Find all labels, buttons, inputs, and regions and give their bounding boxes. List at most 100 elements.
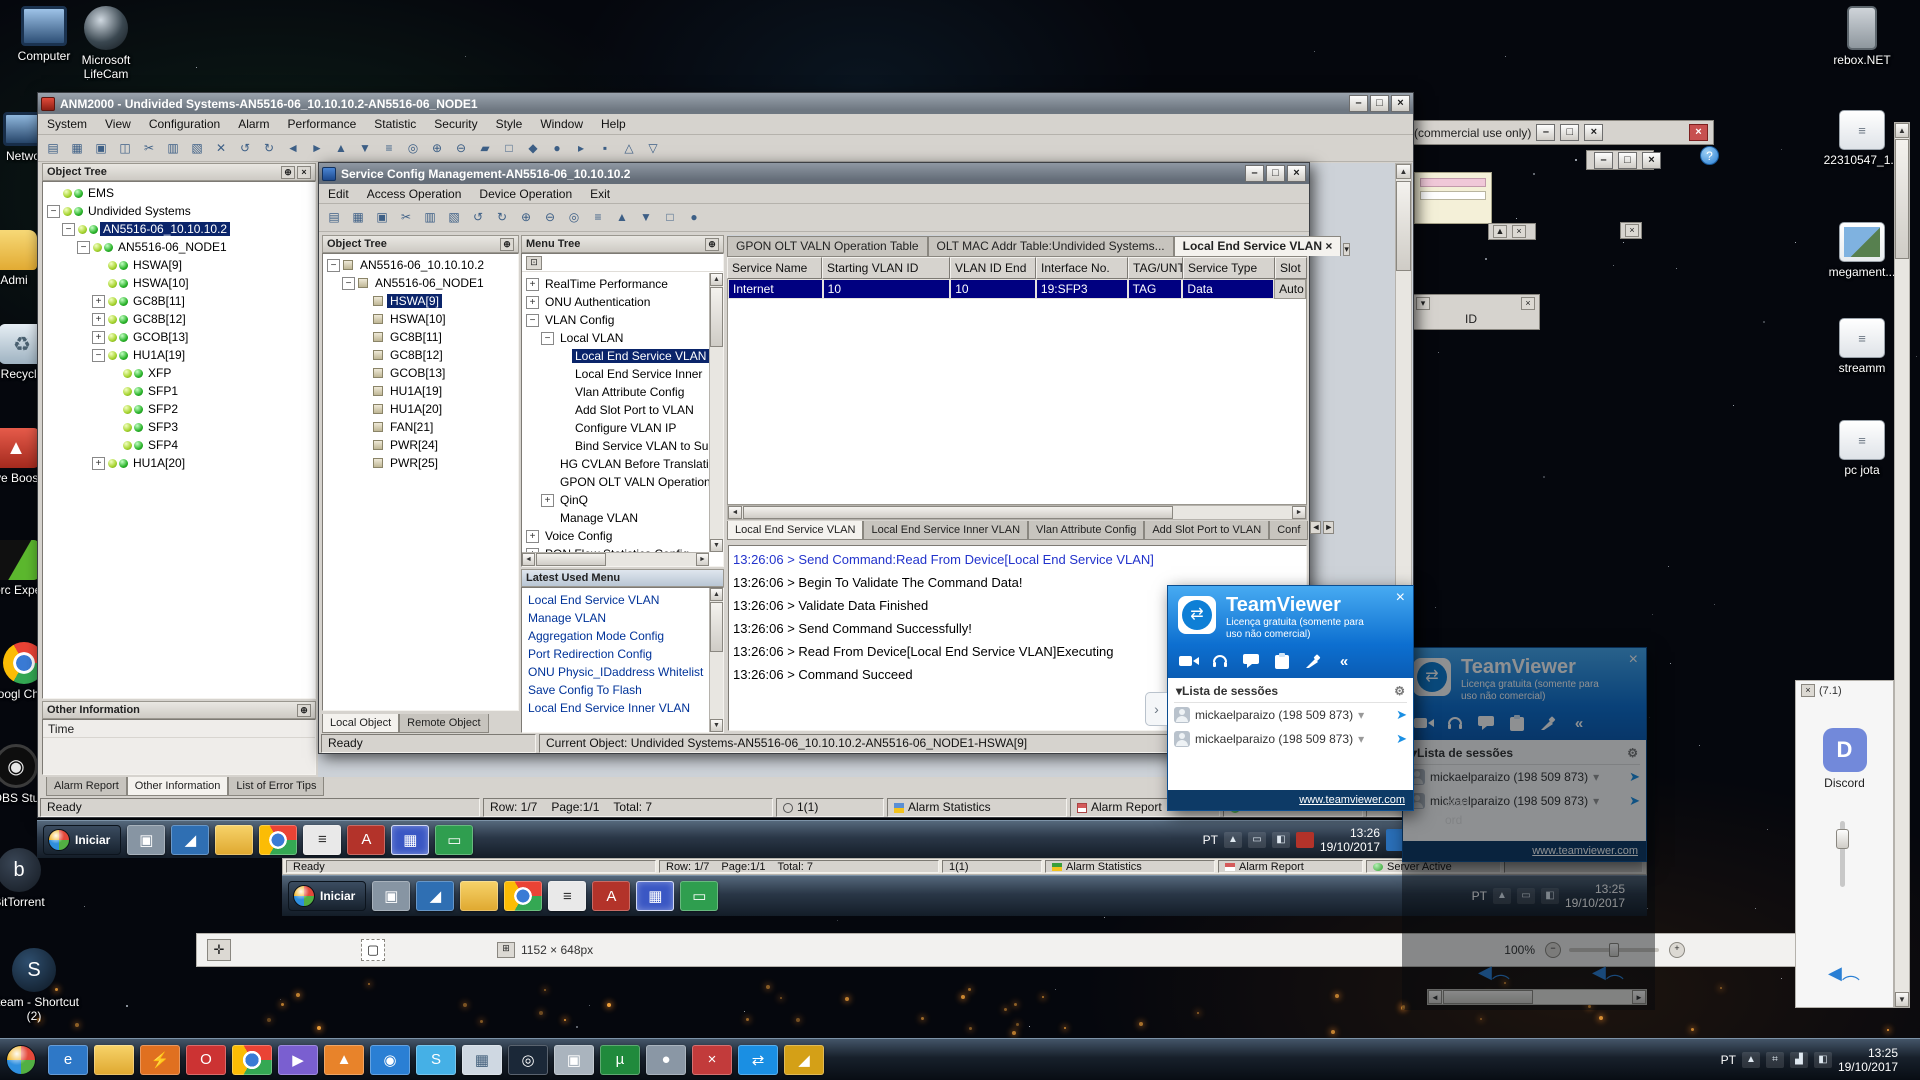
steam-icon[interactable]: ◎ — [508, 1045, 548, 1075]
pan-tool-icon[interactable]: ✛ — [207, 939, 231, 961]
start-button[interactable]: Iniciar — [288, 881, 366, 911]
teamviewer-chevron-tab[interactable]: › — [1145, 692, 1167, 726]
gear-icon[interactable]: ⚙ — [1627, 746, 1638, 760]
pin-icon[interactable]: ⊕ — [297, 704, 311, 717]
maximize-button[interactable]: □ — [1370, 95, 1389, 112]
object-tab[interactable]: Local Object — [322, 714, 399, 733]
scm-menu-access-operation[interactable]: Access Operation — [358, 185, 471, 203]
ie-icon[interactable]: e — [48, 1045, 88, 1075]
tree-item[interactable]: +ONU Authentication — [524, 293, 707, 311]
tree-item[interactable]: GC8B[12] — [325, 346, 516, 364]
app-gray-icon[interactable]: ▣ — [554, 1045, 594, 1075]
keyboard-tray-icon[interactable]: ⌗ — [1766, 1052, 1784, 1068]
expand-icon[interactable]: + — [92, 457, 105, 470]
scroll-thumb[interactable] — [1895, 139, 1909, 259]
tree-item[interactable]: +GC8B[12] — [45, 310, 313, 328]
tree-item[interactable]: Local End Service Inner — [524, 365, 707, 383]
explorer-icon[interactable] — [94, 1045, 134, 1075]
media-icon[interactable]: ⚡ — [140, 1045, 180, 1075]
display-icon[interactable]: ▭ — [435, 825, 473, 855]
explorer-icon[interactable] — [460, 881, 498, 911]
scm-titlebar[interactable]: Service Config Management-AN5516-06_10.1… — [319, 163, 1309, 184]
anm-icon[interactable]: A — [347, 825, 385, 855]
pin-icon[interactable]: ⊕ — [281, 166, 295, 179]
view-tab[interactable]: Local End Service Inner VLAN — [863, 521, 1028, 540]
close-button[interactable]: × — [1801, 684, 1815, 697]
start-orb-icon[interactable] — [6, 1045, 36, 1075]
status-alarm-statistics[interactable]: Alarm Statistics — [1045, 860, 1215, 873]
maximize-button[interactable]: □ — [1266, 165, 1285, 182]
latest-menu-item[interactable]: ONU Physic_IDaddress Whitelist — [528, 663, 709, 681]
tree-item[interactable]: Bind Service VLAN to Su — [524, 437, 707, 455]
scroll-thumb[interactable] — [710, 287, 723, 347]
column-header[interactable]: Service Type — [1183, 257, 1275, 279]
vegas-icon[interactable]: ◢ — [416, 881, 454, 911]
hidden-icons-icon[interactable]: ▲ — [1493, 888, 1511, 904]
tree-item[interactable]: GPON OLT VALN Operation T — [524, 473, 707, 491]
explorer-icon[interactable] — [215, 825, 253, 855]
sphere-icon[interactable]: ● — [646, 1045, 686, 1075]
grid-icon[interactable]: ▦ — [636, 881, 674, 911]
copy-icon[interactable]: ▥ — [419, 207, 441, 228]
tree-item[interactable]: XFP — [45, 364, 313, 382]
help-icon[interactable]: ? — [1700, 146, 1719, 165]
close-button[interactable]: × — [1512, 225, 1526, 238]
gear-icon[interactable]: ⚙ — [1394, 684, 1405, 698]
scroll-thumb[interactable] — [743, 506, 1173, 519]
undo-icon[interactable]: ↺ — [467, 207, 489, 228]
close-icon[interactable]: × — [1396, 590, 1405, 606]
collapse-panel-icon[interactable]: « — [1568, 714, 1590, 732]
player-blue-icon[interactable]: ◉ — [370, 1045, 410, 1075]
latest-vscrollbar[interactable]: ▲ ▼ — [709, 588, 723, 732]
teamviewer-link[interactable]: www.teamviewer.com — [1532, 845, 1638, 857]
window-icon[interactable]: □ — [498, 138, 520, 159]
clipboard-icon[interactable] — [1271, 652, 1293, 670]
tree-item[interactable]: Local End Service VLAN — [524, 347, 707, 365]
redo-icon[interactable]: ↻ — [258, 138, 280, 159]
taskbar1-clock[interactable]: 13:26 19/10/2017 — [1320, 826, 1380, 854]
anm-bottom-tab[interactable]: List of Error Tips — [228, 777, 324, 796]
save-icon[interactable]: ▦ — [66, 138, 88, 159]
tree-item[interactable]: FAN[21] — [325, 418, 516, 436]
collapse-panel-icon[interactable]: « — [1333, 652, 1355, 670]
tree-item[interactable]: HU1A[19] — [325, 382, 516, 400]
column-header[interactable]: Slot — [1275, 257, 1307, 279]
player-purple-icon[interactable]: ▶ — [278, 1045, 318, 1075]
collapse-icon[interactable]: − — [541, 332, 554, 345]
teamviewer-link[interactable]: www.teamviewer.com — [1299, 794, 1405, 806]
hidden-icons-icon[interactable]: ▲ — [1224, 832, 1242, 848]
start-button[interactable]: Iniciar — [43, 825, 121, 855]
caret-icon[interactable]: ▾ — [1358, 732, 1364, 746]
vegas-icon[interactable]: ◢ — [171, 825, 209, 855]
scroll-thumb[interactable] — [710, 602, 723, 652]
anm-bottom-tab[interactable]: Alarm Report — [46, 777, 127, 796]
tree-item[interactable]: +GC8B[11] — [45, 292, 313, 310]
down-icon[interactable]: ▼ — [354, 138, 376, 159]
minimize-button[interactable]: – — [1536, 124, 1555, 141]
scroll-down-icon[interactable]: ▼ — [1895, 992, 1909, 1007]
anm-menu-performance[interactable]: Performance — [279, 115, 366, 133]
tree-item[interactable]: SFP3 — [45, 418, 313, 436]
scroll-up-icon[interactable]: ▲ — [710, 588, 723, 601]
anm-menu-help[interactable]: Help — [592, 115, 635, 133]
chart-icon[interactable]: ▰ — [474, 138, 496, 159]
volume-slider[interactable] — [1840, 821, 1845, 887]
tree-item[interactable]: −AN5516-06_NODE1 — [325, 274, 516, 292]
grid-icon[interactable]: ▦ — [391, 825, 429, 855]
chrome-icon[interactable] — [504, 881, 542, 911]
caret-button[interactable]: ▾ — [1416, 297, 1430, 310]
network-tray-icon[interactable]: ▟ — [1790, 1052, 1808, 1068]
tree-item[interactable]: PWR[24] — [325, 436, 516, 454]
connect-icon[interactable]: ➤ — [1396, 731, 1407, 747]
tab-close-icon[interactable]: × — [1322, 239, 1332, 253]
scm-menu-device-operation[interactable]: Device Operation — [470, 185, 581, 203]
scroll-left-icon[interactable]: ◄ — [1428, 990, 1442, 1004]
display-tray-icon[interactable]: ▭ — [1517, 888, 1535, 904]
language-indicator[interactable]: PT — [1472, 889, 1487, 903]
tree-item[interactable]: −AN5516-06_10.10.10.2 — [45, 220, 313, 238]
anm-menu-alarm[interactable]: Alarm — [229, 115, 278, 133]
collapse-icon[interactable]: − — [77, 241, 90, 254]
delete-icon[interactable]: ✕ — [210, 138, 232, 159]
tree-item[interactable]: Vlan Attribute Config — [524, 383, 707, 401]
list-icon[interactable]: ≡ — [587, 207, 609, 228]
